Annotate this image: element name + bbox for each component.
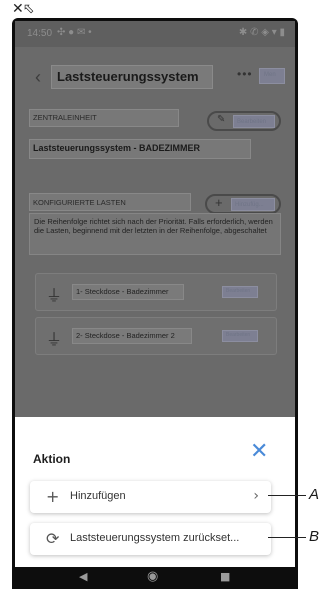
more-dots-icon[interactable]: ••• xyxy=(237,67,253,81)
callout-b-leader xyxy=(268,537,306,538)
priority-description-text: Die Reihenfolge richtet sich nach der Pr… xyxy=(34,217,273,235)
central-unit-section-text: ZENTRALEINHEIT xyxy=(33,113,97,122)
close-resize-icon[interactable]: ✕⬁ xyxy=(12,1,34,17)
central-unit-edit-button[interactable]: ✎ Bearbeiten xyxy=(207,111,281,131)
close-icon[interactable]: ✕ xyxy=(250,441,268,463)
menu-button-label: Men xyxy=(264,72,276,78)
load-name-text: 1- Steckdose - Badezimmer xyxy=(76,287,169,296)
load-edit-label: Bearbeiten xyxy=(226,332,251,338)
status-bar: 14:50 ✣ ● ✉ • ✱ ✆ ◈ ▾ ▮ xyxy=(15,21,295,47)
callout-a-leader xyxy=(268,495,306,496)
load-name: 1- Steckdose - Badezimmer xyxy=(72,284,184,300)
status-notification-icons: ✣ ● ✉ • xyxy=(57,27,92,38)
menu-button[interactable]: Men xyxy=(259,68,285,84)
nav-recents-icon[interactable]: ■ xyxy=(220,570,230,583)
central-unit-edit-tag: Bearbeiten xyxy=(233,115,275,128)
back-chevron-icon[interactable]: ‹ xyxy=(35,67,41,88)
app-screen: 14:50 ✣ ● ✉ • ✱ ✆ ◈ ▾ ▮ ‹ Laststeuerungs… xyxy=(15,21,295,567)
central-unit-section-label: ZENTRALEINHEIT xyxy=(29,109,179,127)
reset-icon: ⟳ xyxy=(46,529,60,548)
page-title: Laststeuerungssystem xyxy=(51,65,213,89)
load-name-text: 2- Steckdose - Badezimmer 2 xyxy=(76,331,175,340)
plus-icon: + xyxy=(46,487,60,506)
load-list-item[interactable]: ⏚ 2- Steckdose - Badezimmer 2 Bearbeiten xyxy=(35,317,277,355)
add-action-button[interactable]: + Hinzufügen › xyxy=(30,481,271,513)
loads-add-button[interactable]: + Hinzufüg... xyxy=(205,194,281,214)
loads-add-tag: Hinzufüg... xyxy=(231,198,275,211)
android-nav-bar: ◀ ◉ ■ xyxy=(15,567,295,589)
load-edit-label: Bearbeiten xyxy=(226,288,251,294)
nav-back-icon[interactable]: ◀ xyxy=(79,570,87,583)
action-sheet: Aktion ✕ + Hinzufügen › ⟳ Laststeuerungs… xyxy=(15,417,295,567)
add-action-label: Hinzufügen xyxy=(70,490,126,502)
callout-a: A xyxy=(309,486,320,503)
central-unit-value-text: Laststeuerungssystem - BADEZIMMER xyxy=(33,143,201,153)
phone-frame: 14:50 ✣ ● ✉ • ✱ ✆ ◈ ▾ ▮ ‹ Laststeuerungs… xyxy=(12,18,298,589)
loads-section-text: KONFIGURIERTE LASTEN xyxy=(33,198,126,207)
action-sheet-title: Aktion xyxy=(33,452,71,466)
reset-action-button[interactable]: ⟳ Laststeuerungssystem zurückset... xyxy=(30,523,271,555)
loads-add-label: Hinzufüg... xyxy=(235,202,264,208)
nav-home-icon[interactable]: ◉ xyxy=(147,569,158,584)
priority-description: Die Reihenfolge richtet sich nach der Pr… xyxy=(29,213,281,255)
plus-icon: + xyxy=(215,195,223,210)
status-time: 14:50 xyxy=(27,28,53,39)
plug-icon: ⏚ xyxy=(46,288,63,305)
status-system-icons: ✱ ✆ ◈ ▾ ▮ xyxy=(238,27,285,38)
loads-section-label: KONFIGURIERTE LASTEN xyxy=(29,193,191,211)
page: { "corner": {"icon": "close-resize-icon"… xyxy=(0,0,323,589)
central-unit-edit-label: Bearbeiten xyxy=(237,119,267,125)
callout-b: B xyxy=(309,528,320,545)
plug-icon: ⏚ xyxy=(46,332,63,349)
load-list-item[interactable]: ⏚ 1- Steckdose - Badezimmer Bearbeiten xyxy=(35,273,277,311)
app-header: ‹ Laststeuerungssystem ••• Men xyxy=(15,65,295,93)
load-edit-button[interactable]: Bearbeiten xyxy=(222,286,258,298)
central-unit-value: Laststeuerungssystem - BADEZIMMER xyxy=(29,139,251,159)
reset-action-label: Laststeuerungssystem zurückset... xyxy=(70,532,240,544)
pencil-icon: ✎ xyxy=(217,114,226,125)
chevron-right-icon: › xyxy=(253,488,259,504)
load-edit-button[interactable]: Bearbeiten xyxy=(222,330,258,342)
load-name: 2- Steckdose - Badezimmer 2 xyxy=(72,328,192,344)
page-title-text: Laststeuerungssystem xyxy=(57,69,199,84)
